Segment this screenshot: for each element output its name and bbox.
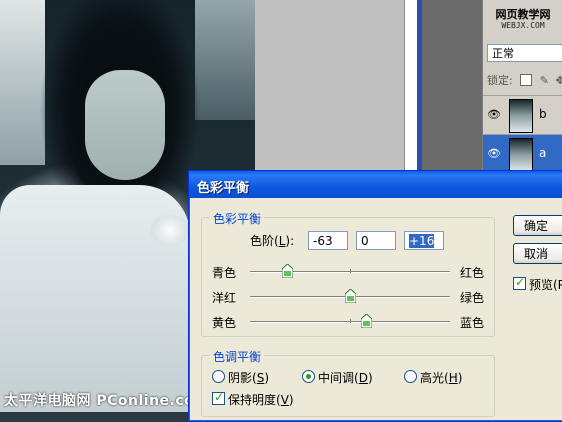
- color-balance-dialog: 色彩平衡 色彩平衡 色阶(L): -63 0 +16 青色 红色 洋红 绿色 黄…: [188, 170, 562, 422]
- slider-center-tick: [350, 269, 351, 273]
- slider-right-label: 蓝色: [460, 316, 485, 330]
- slider-thumb[interactable]: [281, 264, 293, 278]
- lock-label: 锁定:: [487, 74, 513, 87]
- slider-center-tick: [350, 319, 351, 323]
- check-mark-icon: ✓: [515, 275, 526, 289]
- preserve-luminosity-label[interactable]: 保持明度(V): [228, 391, 294, 408]
- layer-name: b: [539, 107, 547, 121]
- level-cyan-red-input[interactable]: -63: [308, 231, 348, 250]
- radio-selected-dot: [306, 374, 311, 379]
- move-lock-icon[interactable]: ✥: [555, 74, 562, 87]
- slider-thumb[interactable]: [344, 289, 356, 303]
- levels-label: 色阶(L):: [250, 234, 295, 248]
- tone-balance-group: 色调平衡 阴影(S) 中间调(D) 高光(H) ✓ 保持明度(V): [201, 348, 495, 417]
- layer-thumbnail: [509, 138, 533, 172]
- eye-icon[interactable]: 👁: [487, 148, 501, 159]
- lock-transparent-icon[interactable]: [520, 74, 533, 86]
- blend-mode-select[interactable]: 正常: [487, 44, 562, 62]
- document-edge: [404, 0, 418, 170]
- eye-icon[interactable]: 👁: [487, 109, 501, 120]
- dialog-titlebar[interactable]: 色彩平衡: [189, 171, 562, 198]
- preview-checkbox[interactable]: ✓: [513, 275, 526, 290]
- slider-left-label: 洋红: [212, 291, 237, 305]
- ok-button[interactable]: 确定: [513, 215, 562, 236]
- layer-name: a: [539, 146, 547, 160]
- background-poster: [0, 0, 45, 165]
- level-yellow-blue-input[interactable]: +16: [404, 231, 444, 250]
- radio-highlights-label[interactable]: 高光(H): [420, 369, 462, 386]
- level-magenta-green-input[interactable]: 0: [356, 231, 396, 250]
- slider-thumb[interactable]: [360, 314, 372, 328]
- color-balance-group: 色彩平衡 色阶(L): -63 0 +16 青色 红色 洋红 绿色 黄色 蓝色: [201, 210, 495, 337]
- slider-right-label: 红色: [460, 266, 485, 280]
- layer-row-b[interactable]: 👁 b: [483, 95, 562, 136]
- radio-shadows[interactable]: [212, 370, 225, 383]
- site-url: WEBJX.COM: [501, 21, 545, 30]
- face-shape: [85, 70, 165, 180]
- slider-left-label: 青色: [212, 266, 237, 280]
- preserve-luminosity-checkbox[interactable]: ✓: [212, 390, 225, 405]
- radio-midtones-label[interactable]: 中间调(D): [318, 369, 373, 386]
- brush-lock-icon[interactable]: ✎: [540, 74, 549, 87]
- site-title: 网页教学网: [495, 8, 551, 21]
- cancel-button[interactable]: 取消: [513, 243, 562, 264]
- group-title: 色彩平衡: [210, 210, 265, 227]
- slider-right-label: 绿色: [460, 291, 485, 305]
- layer-thumbnail: [509, 99, 533, 133]
- radio-midtones[interactable]: [302, 370, 315, 383]
- flower-shape: [150, 215, 190, 245]
- dialog-title: 色彩平衡: [197, 181, 250, 196]
- radio-highlights[interactable]: [404, 370, 417, 383]
- group-title: 色调平衡: [210, 348, 265, 365]
- layer-row-a[interactable]: 👁 a: [483, 134, 562, 175]
- lock-row: 锁定: ✎ ✥: [487, 72, 562, 90]
- radio-shadows-label[interactable]: 阴影(S): [228, 369, 269, 386]
- check-mark-icon: ✓: [214, 390, 225, 404]
- slider-left-label: 黄色: [212, 316, 237, 330]
- background-poster: [195, 0, 255, 120]
- preview-label[interactable]: 预览(P: [529, 276, 562, 293]
